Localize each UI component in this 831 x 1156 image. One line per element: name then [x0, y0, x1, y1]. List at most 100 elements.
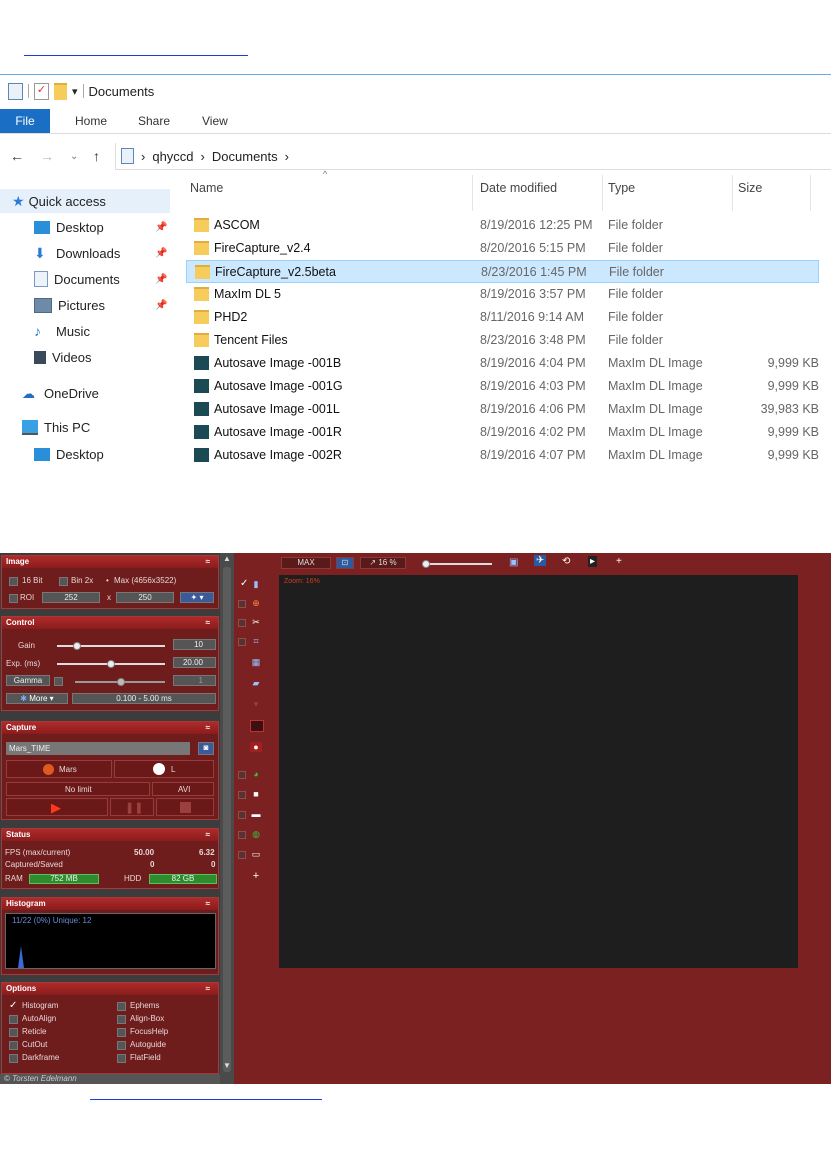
file-row[interactable]: MaxIm DL 5 8/19/2016 3:57 PM File folder [186, 283, 819, 306]
collapse-icon[interactable]: ≈ [206, 617, 210, 629]
options-panel-header[interactable]: Options ≈ [2, 983, 218, 995]
column-header-size[interactable]: Size [738, 181, 762, 195]
properties-icon[interactable] [8, 82, 23, 100]
add-tool-button[interactable]: + [616, 556, 622, 567]
record-icon[interactable]: ● [250, 742, 262, 752]
status-panel-header[interactable]: Status ≈ [2, 829, 218, 841]
bar-chart-icon[interactable]: ▮ [250, 579, 262, 589]
zoom-button[interactable]: ↗ 16 % [360, 557, 406, 569]
object-button[interactable]: Mars [6, 760, 112, 778]
roi-width-field[interactable]: 252 [42, 592, 100, 603]
max-radio-icon[interactable]: • [106, 575, 109, 586]
tab-file[interactable]: File [0, 109, 50, 133]
option-checkbox[interactable] [9, 1028, 18, 1037]
gain-slider[interactable] [57, 642, 165, 650]
new-folder-icon[interactable] [54, 82, 67, 100]
collapse-icon[interactable]: ≈ [206, 722, 210, 734]
tool-checkbox[interactable] [238, 600, 246, 608]
zoom-slider[interactable] [422, 560, 492, 568]
settings-scrollbar[interactable]: ▲ ▼ [220, 553, 234, 1084]
gamma-slider[interactable] [75, 678, 165, 686]
more-button[interactable]: ✱ More ▾ [6, 693, 68, 704]
tool-checkbox[interactable] [238, 851, 246, 859]
gain-field[interactable]: 10 [173, 639, 216, 650]
pause-button[interactable]: ❚❚ [110, 798, 154, 816]
start-capture-button[interactable]: ▶ [6, 798, 108, 816]
slider-knob[interactable] [73, 642, 81, 650]
up-arrow-icon[interactable]: ↑ [93, 148, 100, 164]
nav-item-documents[interactable]: Documents [0, 267, 120, 291]
tool-checkbox[interactable] [238, 791, 246, 799]
pin-icon[interactable]: 📌 [155, 300, 167, 311]
scroll-up-icon[interactable]: ▲ [222, 554, 232, 563]
max-button[interactable]: MAX [281, 557, 331, 569]
tab-home[interactable]: Home [75, 109, 107, 133]
option-checkbox[interactable] [9, 1054, 18, 1063]
nav-this-pc[interactable]: This PC [0, 415, 90, 439]
histogram-check-icon[interactable]: ✓ [240, 578, 248, 589]
file-row[interactable]: ASCOM 8/19/2016 12:25 PM File folder [186, 214, 819, 237]
nav-item-pc-desktop[interactable]: Desktop [0, 442, 104, 466]
limit-button[interactable]: No limit [6, 782, 150, 796]
tool-checkbox[interactable] [238, 831, 246, 839]
tool-checkbox[interactable] [238, 771, 246, 779]
stop-button[interactable] [156, 798, 214, 816]
exposure-slider[interactable] [57, 660, 165, 668]
control-panel-header[interactable]: Control ≈ [2, 617, 218, 629]
run-icon[interactable]: ✈ [534, 555, 547, 566]
breadcrumb-qhyccd[interactable]: qhyccd [152, 149, 193, 164]
nav-item-videos[interactable]: Videos [0, 345, 92, 369]
camera-icon[interactable]: ◙ [198, 742, 214, 755]
checkmark-icon[interactable]: ✓ [34, 82, 49, 100]
file-row[interactable]: Autosave Image -001B 8/19/2016 4:04 PM Max… [186, 352, 819, 375]
option-checkbox[interactable] [9, 1015, 18, 1024]
file-row[interactable]: Autosave Image -001L 8/19/2016 4:06 PM Max… [186, 398, 819, 421]
roi-checkbox[interactable] [9, 594, 18, 603]
scroll-down-icon[interactable]: ▼ [222, 1061, 232, 1070]
gamma-label[interactable]: Gamma [6, 675, 50, 686]
option-checkbox[interactable] [117, 1015, 126, 1024]
option-checkbox[interactable] [117, 1054, 126, 1063]
file-row[interactable]: Autosave Image -002R 8/19/2016 4:07 PM Max… [186, 444, 819, 467]
column-header-name[interactable]: Name [190, 181, 223, 195]
option-checkbox[interactable] [117, 1028, 126, 1037]
nav-quick-access[interactable]: ★ Quick access [0, 189, 170, 213]
slider-knob[interactable] [117, 678, 125, 686]
file-row[interactable]: Autosave Image -001R 8/19/2016 4:02 PM Max… [186, 421, 819, 444]
nav-item-downloads[interactable]: ⬇ Downloads [0, 241, 120, 265]
option-checkbox[interactable] [9, 1041, 18, 1050]
file-row[interactable]: FireCapture_v2.4 8/20/2016 5:15 PM File fo… [186, 237, 819, 260]
dark-frame-icon[interactable] [250, 720, 264, 732]
histogram-panel-header[interactable]: Histogram ≈ [2, 898, 218, 910]
bin-checkbox[interactable] [59, 577, 68, 586]
tool-checkbox[interactable] [238, 619, 246, 627]
collapse-icon[interactable]: ≈ [206, 556, 210, 568]
back-arrow-icon[interactable]: ← [10, 148, 24, 164]
collapse-icon[interactable]: ≈ [206, 983, 210, 995]
breadcrumb-documents[interactable]: Documents [212, 149, 278, 164]
roi-position-dropdown[interactable]: ✦ ▾ [180, 592, 214, 603]
format-button[interactable]: AVI [152, 782, 214, 796]
black-square-icon[interactable]: ■ [250, 789, 262, 799]
tool-checkbox[interactable] [238, 638, 246, 646]
color-balance-icon[interactable]: ◕ [250, 769, 262, 779]
trash-icon[interactable]: ▾ [250, 699, 262, 709]
focus-icon[interactable]: ⌗ [250, 636, 262, 646]
column-header-type[interactable]: Type [608, 181, 635, 195]
link-underline-top[interactable] [24, 55, 248, 56]
tab-share[interactable]: Share [138, 109, 170, 133]
forward-arrow-icon[interactable]: → [40, 148, 54, 164]
column-header-date[interactable]: Date modified [480, 181, 557, 195]
nav-onedrive[interactable]: ☁ OneDrive [0, 381, 99, 405]
terminal-icon[interactable]: ▸ [588, 556, 598, 567]
battery-icon[interactable]: ▭ [250, 849, 262, 859]
gamma-checkbox[interactable] [54, 677, 63, 686]
nav-item-pictures[interactable]: Pictures [0, 293, 105, 317]
image-preview[interactable]: Zoom: 16% [279, 575, 798, 968]
link-underline-bottom[interactable] [90, 1099, 322, 1100]
add-side-tool-button[interactable]: + [250, 871, 262, 882]
roi-height-field[interactable]: 250 [116, 592, 174, 603]
image-icon[interactable]: ▦ [250, 657, 262, 667]
file-row[interactable]: Tencent Files 8/23/2016 3:48 PM File folde… [186, 329, 819, 352]
slider-knob[interactable] [107, 660, 115, 668]
